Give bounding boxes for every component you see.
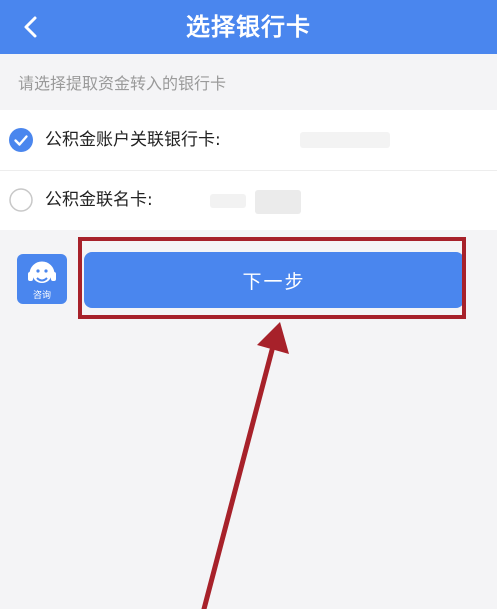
next-step-button[interactable]: 下一步 <box>84 252 464 308</box>
nav-bar: 选择银行卡 <box>0 0 497 54</box>
option-joint-name-card[interactable]: 公积金联名卡: <box>0 170 497 230</box>
instruction-text: 请选择提取资金转入的银行卡 <box>18 74 227 93</box>
page-title: 选择银行卡 <box>186 13 311 41</box>
consult-label: 咨询 <box>32 291 51 301</box>
option-linked-bank-card[interactable]: 公积金账户关联银行卡: <box>0 110 497 171</box>
option-label: 公积金联名卡: <box>45 190 153 210</box>
option-label: 公积金账户关联银行卡: <box>45 130 221 150</box>
consult-button[interactable]: 咨询 <box>17 254 67 304</box>
masked-card-number <box>300 132 390 148</box>
bank-card-options: 公积金账户关联银行卡: 公积金联名卡: <box>0 110 497 230</box>
checked-radio-icon[interactable] <box>9 128 33 152</box>
masked-card-number <box>255 190 301 214</box>
masked-card-number <box>210 194 246 208</box>
unchecked-radio-icon[interactable] <box>9 188 33 212</box>
